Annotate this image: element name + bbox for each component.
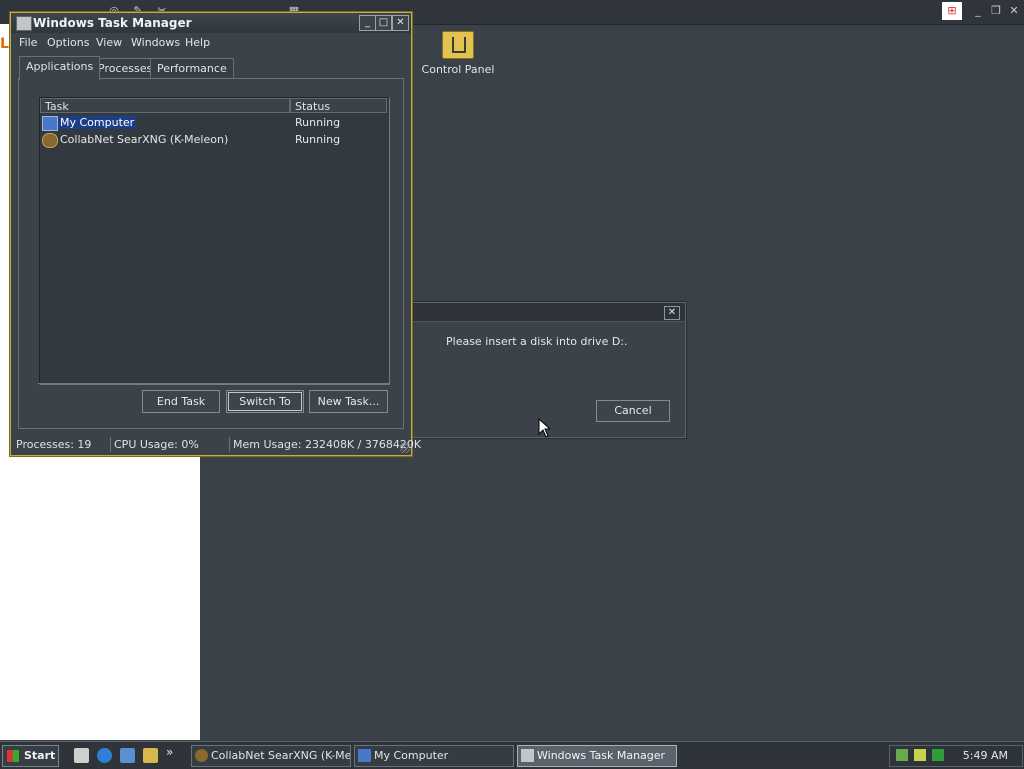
close-icon[interactable]: ✕: [392, 15, 409, 31]
k-meleon-icon: [195, 749, 208, 762]
mouse-cursor-icon: [538, 418, 550, 438]
restore-icon[interactable]: ❐: [986, 2, 1006, 20]
start-button[interactable]: Start: [2, 745, 59, 767]
status-memory: Mem Usage: 232408K / 3768420K: [233, 438, 422, 451]
windows-logo-icon: [7, 750, 19, 762]
resize-grip[interactable]: [400, 443, 410, 453]
volume-icon[interactable]: [914, 749, 926, 761]
task-list[interactable]: Task Status My Computer Running CollabNe…: [39, 97, 390, 385]
taskbar-task-task-manager[interactable]: Windows Task Manager: [517, 745, 677, 767]
new-task-button[interactable]: New Task...: [309, 390, 388, 413]
task-manager-icon: [521, 749, 534, 762]
menu-help[interactable]: Help: [185, 36, 210, 49]
tab-applications[interactable]: Applications: [19, 56, 101, 80]
taskbar-task-k-meleon[interactable]: CollabNet SearXNG (K-Mel...: [191, 745, 351, 767]
taskbar: Start » CollabNet SearXNG (K-Mel... My C…: [0, 741, 1024, 769]
control-panel-icon: [442, 31, 474, 59]
menu-file[interactable]: File: [19, 36, 37, 49]
background-window-edge: L: [0, 24, 10, 455]
task-manager-title-bar[interactable]: Windows Task Manager _ □ ✕: [11, 13, 411, 33]
close-icon[interactable]: ✕: [1004, 2, 1024, 20]
minimize-icon[interactable]: _: [968, 2, 988, 20]
computer-icon: [358, 749, 371, 762]
start-label: Start: [24, 749, 56, 762]
end-task-button[interactable]: End Task: [142, 390, 220, 413]
network-icon[interactable]: [896, 749, 908, 761]
status-cpu: CPU Usage: 0%: [111, 437, 230, 452]
dialog-message: Please insert a disk into drive D:.: [446, 335, 628, 348]
quicklaunch-mail-icon[interactable]: [120, 748, 135, 763]
menu-options[interactable]: Options: [47, 36, 89, 49]
column-header-task[interactable]: Task: [40, 98, 290, 113]
desktop-icon-label: Control Panel: [421, 63, 495, 76]
status-bar: Processes: 19 CPU Usage: 0% Mem Usage: 2…: [11, 436, 422, 454]
taskbar-task-label: CollabNet SearXNG (K-Mel...: [211, 749, 351, 762]
quicklaunch-browser-icon[interactable]: [97, 748, 112, 763]
desktop-icon-control-panel[interactable]: Control Panel: [413, 31, 503, 76]
task-status: Running: [295, 133, 341, 146]
maximize-icon[interactable]: □: [375, 15, 392, 31]
menu-bar: File Options View Windows Help: [11, 34, 411, 52]
cancel-button[interactable]: Cancel: [596, 400, 670, 422]
windows-flag-icon: ⊞: [942, 2, 962, 20]
computer-icon: [42, 116, 58, 131]
security-icon[interactable]: [932, 749, 944, 761]
chevron-more-icon[interactable]: »: [166, 746, 181, 761]
table-row[interactable]: CollabNet SearXNG (K-Meleon) Running: [40, 132, 387, 148]
task-manager-icon: [16, 16, 32, 31]
task-name: My Computer: [58, 116, 137, 129]
logo-icon: L: [0, 36, 9, 52]
taskbar-task-label: Windows Task Manager: [537, 749, 666, 762]
minimize-icon[interactable]: _: [359, 15, 376, 31]
task-manager-window: Windows Task Manager _ □ ✕ File Options …: [10, 12, 422, 456]
system-tray: 5:49 AM: [889, 745, 1023, 767]
menu-windows[interactable]: Windows: [131, 36, 180, 49]
window-title: Windows Task Manager: [33, 16, 192, 30]
tab-performance[interactable]: Performance: [150, 58, 234, 79]
background-window-area: [0, 455, 200, 740]
task-name: CollabNet SearXNG (K-Meleon): [60, 133, 229, 146]
divider: [38, 383, 390, 384]
quicklaunch-desktop-icon[interactable]: [74, 748, 89, 763]
quicklaunch-search-icon[interactable]: [143, 748, 158, 763]
table-row[interactable]: My Computer Running: [40, 115, 387, 131]
task-status: Running: [295, 116, 341, 129]
taskbar-task-label: My Computer: [374, 749, 449, 762]
k-meleon-icon: [42, 133, 58, 148]
taskbar-task-my-computer[interactable]: My Computer: [354, 745, 514, 767]
clock[interactable]: 5:49 AM: [963, 749, 1008, 762]
status-processes: Processes: 19: [13, 437, 111, 452]
tab-processes[interactable]: Processes: [91, 58, 160, 79]
switch-to-button[interactable]: Switch To: [226, 390, 304, 413]
column-header-status[interactable]: Status: [290, 98, 387, 113]
dialog-close-icon[interactable]: ✕: [664, 306, 680, 320]
dialog-title-bar[interactable]: [413, 303, 685, 322]
menu-view[interactable]: View: [96, 36, 122, 49]
